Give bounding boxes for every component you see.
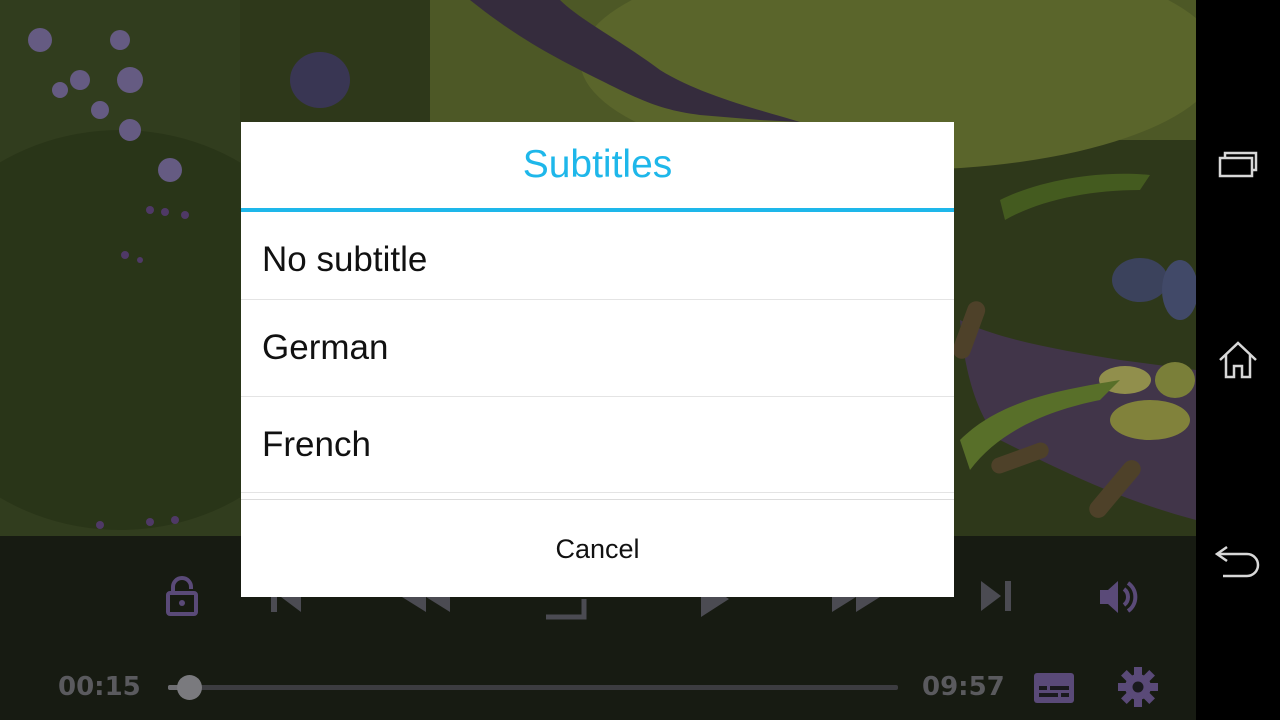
gear-icon[interactable] (1116, 665, 1160, 709)
fast-forward-icon[interactable] (830, 597, 882, 613)
back-icon[interactable] (1196, 519, 1280, 603)
elapsed-time: 00:15 (58, 672, 141, 702)
aspect-ratio-icon[interactable] (544, 597, 588, 621)
option-german[interactable]: German (241, 300, 954, 395)
dialog-title: Subtitles (522, 143, 673, 186)
cancel-button[interactable]: Cancel (241, 502, 954, 597)
play-icon[interactable] (696, 597, 732, 617)
duration-time: 09:57 (922, 672, 1005, 702)
subtitles-dialog: Subtitles No subtitle German French Canc… (241, 122, 954, 597)
option-french[interactable]: French (241, 397, 954, 492)
recent-apps-icon[interactable] (1196, 122, 1280, 206)
seek-bar[interactable] (168, 685, 898, 690)
home-icon[interactable] (1196, 318, 1280, 402)
lock-icon[interactable] (160, 574, 204, 618)
button-bar-divider (241, 499, 954, 500)
rewind-icon[interactable] (400, 597, 452, 613)
system-navigation-bar (1196, 0, 1280, 720)
screen: 00:15 09:57 Subtitles No subtitle German… (0, 0, 1280, 720)
seek-thumb[interactable] (177, 675, 202, 700)
subtitles-icon[interactable] (1032, 668, 1076, 708)
skip-next-icon[interactable] (960, 576, 1030, 616)
option-no-subtitle[interactable]: No subtitle (241, 212, 954, 307)
volume-icon[interactable] (1094, 576, 1142, 618)
option-divider (241, 492, 954, 493)
